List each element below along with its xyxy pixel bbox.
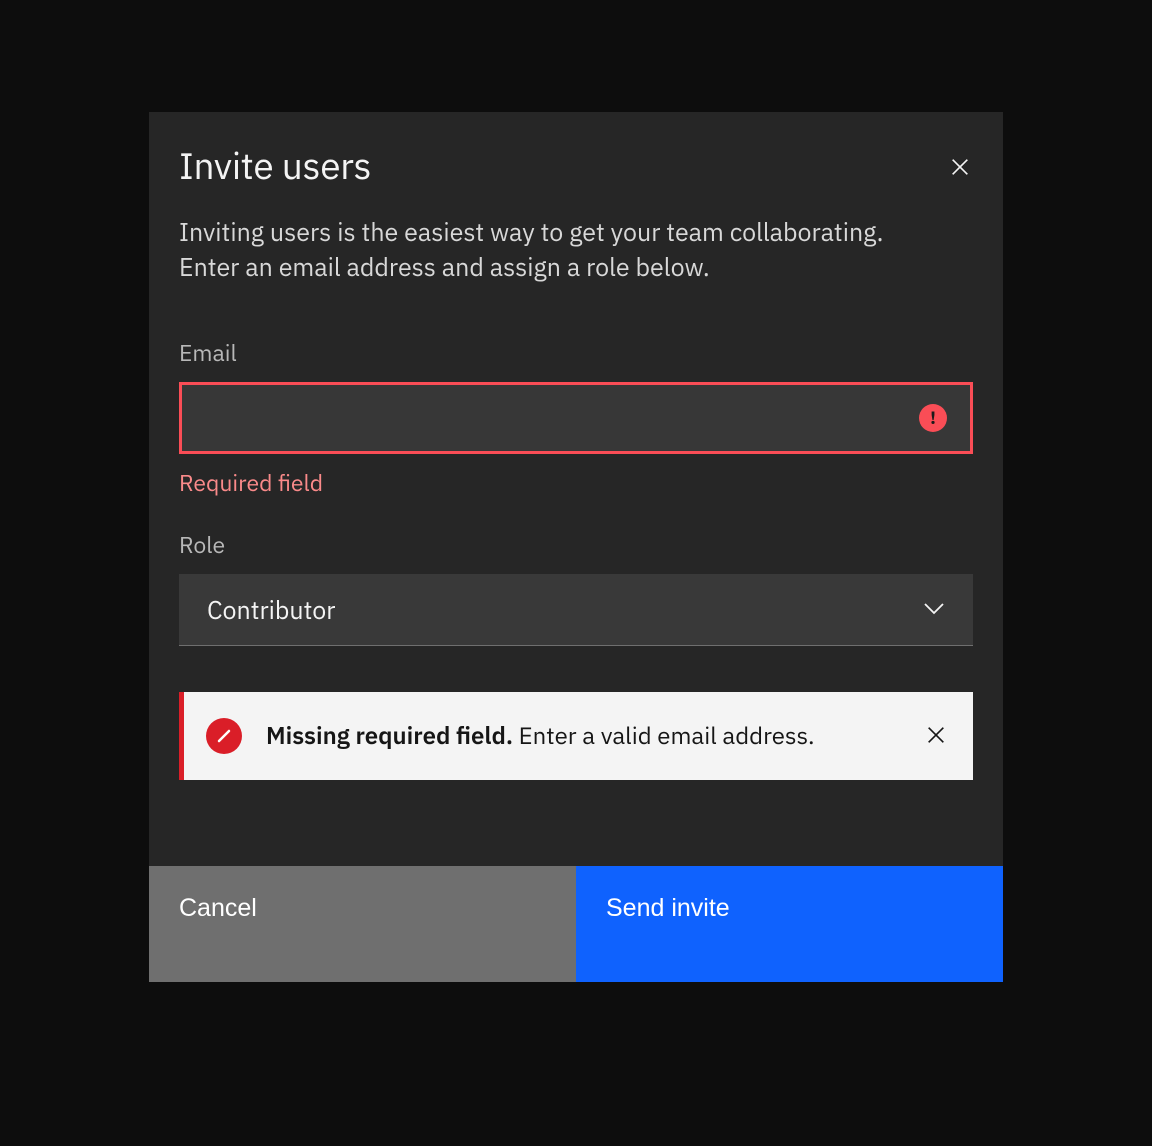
invite-users-modal: Invite users Inviting users is the easie… xyxy=(149,112,1003,982)
close-icon xyxy=(925,724,947,749)
role-field-group: Role Contributor xyxy=(179,530,973,646)
alert-message: Enter a valid email address. xyxy=(513,719,815,751)
modal-header: Invite users xyxy=(149,112,1003,190)
email-field-group: Email ! Required field xyxy=(179,338,973,498)
role-label: Role xyxy=(179,530,973,560)
email-input[interactable] xyxy=(179,382,973,454)
send-invite-button[interactable]: Send invite xyxy=(576,866,1003,982)
alert-title: Missing required field. xyxy=(266,719,513,751)
close-icon xyxy=(949,156,971,181)
alert-content: Missing required field. Enter a valid em… xyxy=(266,720,897,751)
form-section: Email ! Required field Role Contributor xyxy=(149,284,1003,646)
modal-title: Invite users xyxy=(179,142,371,190)
error-filled-icon xyxy=(206,718,242,754)
email-error-text: Required field xyxy=(179,468,973,498)
role-select-wrapper: Contributor xyxy=(179,574,973,646)
role-select-value: Contributor xyxy=(207,593,335,626)
email-input-wrapper: ! xyxy=(179,382,973,454)
modal-description: Inviting users is the easiest way to get… xyxy=(149,190,939,284)
modal-footer: Cancel Send invite xyxy=(149,866,1003,982)
error-alert: Missing required field. Enter a valid em… xyxy=(179,692,973,780)
email-label: Email xyxy=(179,338,973,368)
role-select[interactable]: Contributor xyxy=(179,574,973,646)
close-button[interactable] xyxy=(945,152,975,185)
warning-filled-icon: ! xyxy=(919,404,947,432)
cancel-button[interactable]: Cancel xyxy=(149,866,576,982)
alert-close-button[interactable] xyxy=(921,720,951,753)
